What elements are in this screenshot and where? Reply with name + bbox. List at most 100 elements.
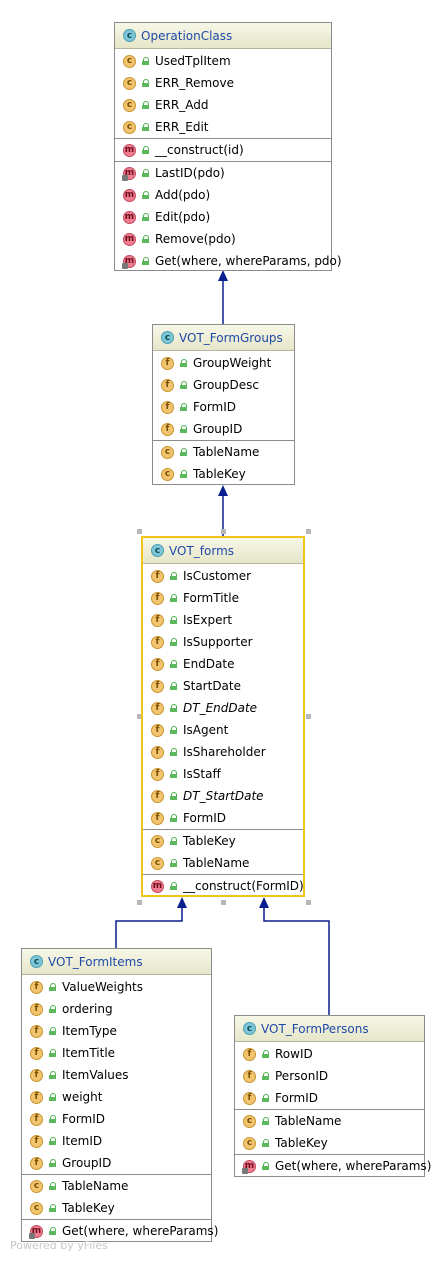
constant-icon: c xyxy=(30,1201,43,1215)
field-icon: f xyxy=(243,1091,256,1105)
selection-handle[interactable] xyxy=(221,529,226,534)
constructor-row[interactable]: m __construct(id) xyxy=(115,139,331,161)
section-divider: c TableName c TableKey xyxy=(235,1109,424,1154)
field-icon: f xyxy=(30,1068,43,1082)
field-row[interactable]: f FormTitle xyxy=(143,587,303,609)
overridden-method-icon: m xyxy=(122,166,136,181)
field-row[interactable]: f IsCustomer xyxy=(143,565,303,587)
selection-handle[interactable] xyxy=(306,900,311,905)
field-icon: f xyxy=(161,378,174,392)
constant-row[interactable]: c TableName xyxy=(153,441,294,463)
selection-handle[interactable] xyxy=(137,529,142,534)
constant-icon: c xyxy=(151,856,164,870)
field-icon: f xyxy=(151,613,164,627)
constant-row[interactable]: c TableKey xyxy=(235,1132,424,1154)
constant-icon: c xyxy=(123,98,136,112)
constant-row[interactable]: c ERR_Edit xyxy=(115,116,331,138)
constant-row[interactable]: c TableName xyxy=(235,1110,424,1132)
field-row[interactable]: f weight xyxy=(22,1086,211,1108)
field-row[interactable]: f PersonID xyxy=(235,1065,424,1087)
constant-icon: c xyxy=(123,120,136,134)
public-lock-icon xyxy=(170,837,177,845)
method-icon: m xyxy=(151,879,164,893)
class-vot-forms[interactable]: c VOT_forms f IsCustomer f FormTitle f IsEx… xyxy=(141,536,305,897)
constant-icon: c xyxy=(243,1114,256,1128)
constant-label: TableName xyxy=(62,1179,129,1193)
field-row[interactable]: f ItemValues xyxy=(22,1064,211,1086)
selection-handle[interactable] xyxy=(137,900,142,905)
constant-label: ERR_Add xyxy=(155,98,209,112)
field-row[interactable]: f IsExpert xyxy=(143,609,303,631)
constant-row[interactable]: c TableName xyxy=(22,1175,211,1197)
selection-handle[interactable] xyxy=(221,900,226,905)
field-row[interactable]: f ItemID xyxy=(22,1130,211,1152)
public-lock-icon xyxy=(170,814,177,822)
class-vot-formitems[interactable]: c VOT_FormItems f ValueWeights f ordering … xyxy=(21,948,218,1242)
class-vot-formpersons[interactable]: c VOT_FormPersons f RowID f PersonID f Form… xyxy=(234,1015,431,1177)
field-row[interactable]: f FormID xyxy=(153,396,294,418)
field-icon: f xyxy=(151,591,164,605)
field-row[interactable]: f IsAgent xyxy=(143,719,303,741)
field-row[interactable]: f ordering xyxy=(22,998,211,1020)
method-label: Get(where, whereParams) xyxy=(62,1224,219,1238)
field-row[interactable]: f FormID xyxy=(235,1087,424,1109)
public-lock-icon xyxy=(170,594,177,602)
field-label: IsStaff xyxy=(183,767,221,781)
field-row[interactable]: f FormID xyxy=(22,1108,211,1130)
constant-row[interactable]: c ERR_Add xyxy=(115,94,331,116)
field-row[interactable]: f ValueWeights xyxy=(22,976,211,998)
constant-icon: c xyxy=(161,445,174,459)
field-row[interactable]: f StartDate xyxy=(143,675,303,697)
method-row[interactable]: m Add(pdo) xyxy=(115,184,331,206)
class-icon: c xyxy=(161,331,174,344)
field-row[interactable]: f RowID xyxy=(235,1043,424,1065)
field-row[interactable]: f ItemTitle xyxy=(22,1042,211,1064)
field-label: EndDate xyxy=(183,657,235,671)
constant-row[interactable]: c TableKey xyxy=(143,830,303,852)
field-row[interactable]: f GroupID xyxy=(22,1152,211,1174)
field-label: FormID xyxy=(193,400,237,414)
field-row[interactable]: f IsShareholder xyxy=(143,741,303,763)
method-row[interactable]: m Remove(pdo) xyxy=(115,228,331,250)
field-row[interactable]: f ItemType xyxy=(22,1020,211,1042)
selection-handle[interactable] xyxy=(306,714,311,719)
field-row[interactable]: f FormID xyxy=(143,807,303,829)
section-divider: m __construct(id) xyxy=(115,138,331,161)
class-operationclass[interactable]: c OperationClass c UsedTplItem c ERR_Remov… xyxy=(114,22,342,272)
field-icon: f xyxy=(30,1134,43,1148)
public-lock-icon xyxy=(180,381,187,389)
constant-row[interactable]: c TableKey xyxy=(153,463,294,485)
section-divider: c TableKey c TableName xyxy=(143,829,303,874)
field-label: ItemID xyxy=(62,1134,103,1148)
class-header: c VOT_FormGroups xyxy=(153,325,294,351)
method-label: __construct(FormID) xyxy=(183,879,304,893)
public-lock-icon xyxy=(170,770,177,778)
field-row[interactable]: f IsStaff xyxy=(143,763,303,785)
field-icon: f xyxy=(30,1024,43,1038)
field-row[interactable]: f DT_StartDate xyxy=(143,785,303,807)
constant-row[interactable]: c TableName xyxy=(143,852,303,874)
field-row[interactable]: f IsSupporter xyxy=(143,631,303,653)
field-row[interactable]: f GroupID xyxy=(153,418,294,440)
field-row[interactable]: f GroupWeight xyxy=(153,352,294,374)
method-row[interactable]: m Get(where, whereParams) xyxy=(235,1155,431,1177)
constant-row[interactable]: c ERR_Remove xyxy=(115,72,331,94)
selection-handle[interactable] xyxy=(306,529,311,534)
public-lock-icon xyxy=(142,191,149,199)
constructor-row[interactable]: m __construct(FormID) xyxy=(143,875,304,897)
class-name: VOT_FormPersons xyxy=(261,1021,369,1036)
public-lock-icon xyxy=(49,1027,56,1035)
constant-row[interactable]: c UsedTplItem xyxy=(115,50,331,72)
field-icon: f xyxy=(30,1002,43,1016)
field-row[interactable]: f GroupDesc xyxy=(153,374,294,396)
method-row[interactable]: m LastID(pdo) xyxy=(115,162,331,184)
field-row[interactable]: f EndDate xyxy=(143,653,303,675)
method-row[interactable]: m Edit(pdo) xyxy=(115,206,331,228)
class-vot-formgroups[interactable]: c VOT_FormGroups f GroupWeight f GroupDesc… xyxy=(152,324,295,485)
constant-row[interactable]: c TableKey xyxy=(22,1197,211,1219)
public-lock-icon xyxy=(170,748,177,756)
method-row[interactable]: m Get(where, whereParams, pdo) xyxy=(115,250,342,272)
field-row[interactable]: f DT_EndDate xyxy=(143,697,303,719)
public-lock-icon xyxy=(49,1115,56,1123)
method-label: Remove(pdo) xyxy=(155,232,236,246)
